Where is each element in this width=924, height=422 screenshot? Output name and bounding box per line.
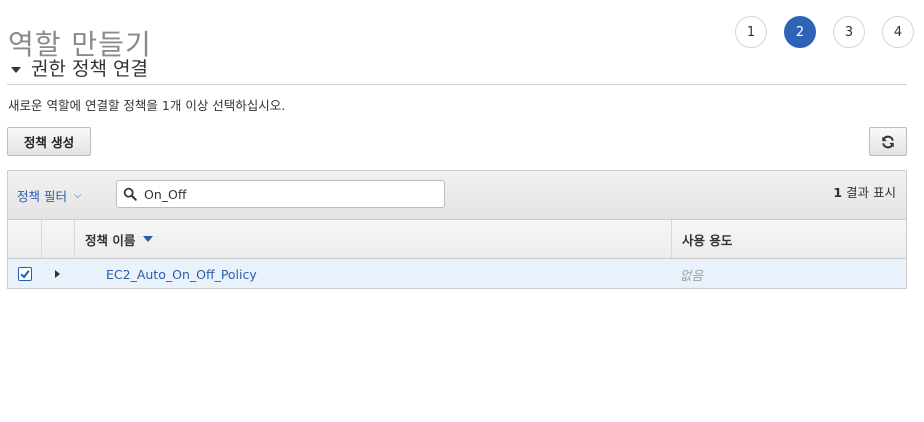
search-icon (123, 187, 137, 201)
caret-down-icon (11, 66, 21, 73)
policy-usage: 없음 (680, 267, 704, 283)
header-expand-cell (42, 220, 75, 258)
row-checkbox[interactable] (17, 267, 32, 281)
row-expand-toggle[interactable] (41, 270, 73, 278)
policy-filter-dropdown[interactable]: 정책 필터 ⌵ (17, 186, 82, 205)
section-divider (7, 84, 907, 85)
section-title: 권한 정책 연결 (31, 58, 148, 80)
results-count-number: 1 (833, 185, 843, 200)
policy-filter-label: 정책 필터 (17, 189, 67, 204)
create-policy-button[interactable]: 정책 생성 (7, 127, 91, 156)
header-check-cell (8, 220, 42, 258)
filter-bar: 정책 필터 ⌵ 1 결과 표시 (8, 171, 906, 220)
policy-table: 정책 필터 ⌵ 1 결과 표시 정책 이름 사용 용도 (7, 170, 907, 289)
column-header-usage[interactable]: 사용 용도 (672, 220, 906, 258)
sort-desc-icon (143, 236, 154, 242)
step-1[interactable]: 1 (735, 16, 767, 48)
row-check-cell (8, 267, 41, 281)
wizard-steps: 1 2 3 4 (735, 16, 914, 48)
step-3[interactable]: 3 (833, 16, 865, 48)
column-header-name[interactable]: 정책 이름 (75, 220, 672, 258)
step-4[interactable]: 4 (882, 16, 914, 48)
step-2[interactable]: 2 (784, 16, 816, 48)
section-description: 새로운 역할에 연결할 정책을 1개 이상 선택하십시오. (8, 98, 286, 113)
checkmark-icon (19, 270, 30, 279)
table-row[interactable]: EC2_Auto_On_Off_Policy 없음 (8, 259, 906, 288)
table-header: 정책 이름 사용 용도 (8, 220, 906, 259)
caret-right-icon (54, 270, 60, 278)
results-count: 1 결과 표시 (833, 182, 896, 201)
refresh-button[interactable] (869, 127, 907, 156)
column-header-name-label: 정책 이름 (85, 232, 136, 248)
chevron-down-icon: ⌵ (73, 190, 82, 201)
results-count-label: 결과 표시 (842, 185, 896, 200)
search-box[interactable] (116, 180, 445, 208)
search-input[interactable] (142, 185, 436, 203)
policy-name-link[interactable]: EC2_Auto_On_Off_Policy (73, 267, 670, 282)
refresh-icon (882, 135, 894, 148)
section-toggle[interactable]: 권한 정책 연결 (8, 54, 148, 81)
